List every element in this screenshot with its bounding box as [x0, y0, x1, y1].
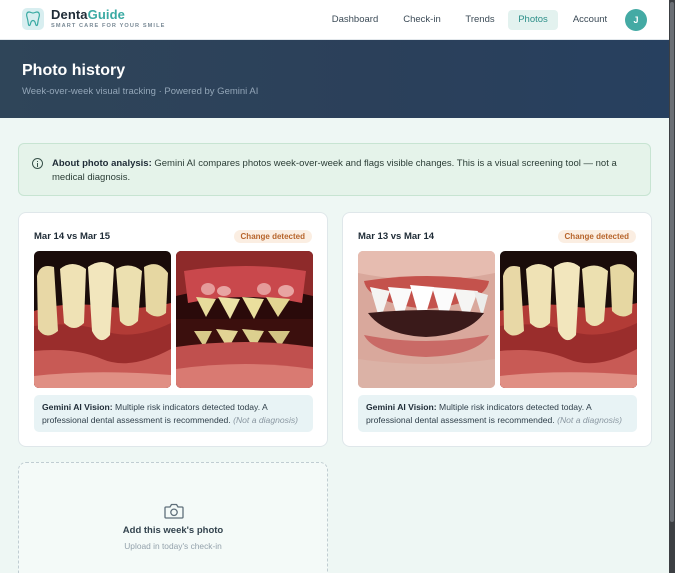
- change-detected-badge: Change detected: [557, 230, 636, 243]
- page-scrollbar[interactable]: [669, 0, 675, 573]
- info-text: About photo analysis: Gemini AI compares…: [52, 157, 637, 184]
- top-navbar: DentaGuide SMART CARE FOR YOUR SMILE Das…: [0, 0, 669, 40]
- brand-name[interactable]: DentaGuide: [51, 7, 125, 22]
- camera-icon: [164, 503, 184, 524]
- add-photo-hint: Upload in today's check-in: [124, 541, 222, 551]
- nav-account[interactable]: Account: [566, 10, 614, 30]
- change-detected-badge: Change detected: [233, 230, 312, 243]
- info-title: About photo analysis:: [52, 158, 152, 169]
- scrollbar-thumb[interactable]: [670, 2, 674, 522]
- previous-photo[interactable]: [358, 251, 495, 388]
- page-subtitle: Week-over-week visual tracking · Powered…: [22, 86, 259, 97]
- ai-analysis-note: Gemini AI Vision: Multiple risk indicato…: [34, 395, 313, 432]
- info-banner: About photo analysis: Gemini AI compares…: [18, 143, 651, 196]
- ai-note-disclaimer: (Not a diagnosis): [557, 414, 623, 425]
- ai-analysis-note: Gemini AI Vision: Multiple risk indicato…: [358, 395, 637, 432]
- add-photo-title: Add this week's photo: [122, 525, 224, 536]
- brand-tagline: SMART CARE FOR YOUR SMILE: [51, 23, 166, 29]
- page-header: Photo history Week-over-week visual trac…: [0, 40, 669, 118]
- add-photo-card[interactable]: Add this week's photo Upload in today's …: [18, 462, 328, 573]
- current-photo[interactable]: [176, 251, 313, 388]
- current-photo[interactable]: [500, 251, 637, 388]
- tooth-logo-icon[interactable]: [22, 8, 44, 30]
- user-avatar[interactable]: J: [625, 9, 647, 31]
- nav-trends[interactable]: Trends: [460, 10, 500, 30]
- comparison-date-range: Mar 14 vs Mar 15: [34, 231, 111, 242]
- page-title: Photo history: [22, 62, 126, 79]
- previous-photo[interactable]: [34, 251, 171, 388]
- comparison-card: Mar 14 vs Mar 15 Change detected Gemini …: [18, 212, 328, 447]
- comparison-date-range: Mar 13 vs Mar 14: [358, 231, 435, 242]
- ai-note-label: Gemini AI Vision:: [42, 402, 113, 412]
- nav-photos[interactable]: Photos: [508, 10, 558, 30]
- info-icon: [32, 158, 43, 169]
- ai-note-disclaimer: (Not a diagnosis): [233, 414, 299, 425]
- ai-note-label: Gemini AI Vision:: [366, 402, 437, 412]
- nav-dashboard[interactable]: Dashboard: [326, 10, 384, 30]
- comparison-card: Mar 13 vs Mar 14 Change detected Gemini …: [342, 212, 652, 447]
- nav-check-in[interactable]: Check-in: [396, 10, 448, 30]
